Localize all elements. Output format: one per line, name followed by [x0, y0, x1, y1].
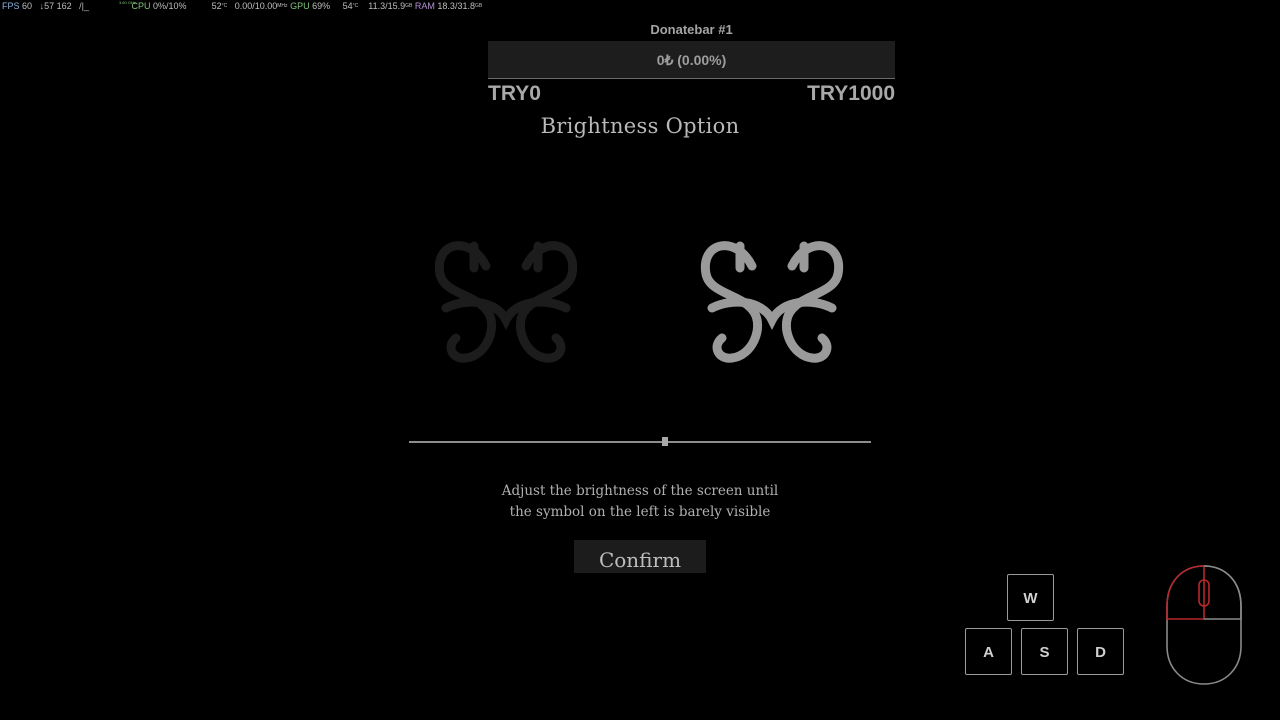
donatebar-max-label: TRY1000 [807, 82, 895, 105]
donatebar-min-label: TRY0 [488, 82, 541, 105]
gpu-temp-value: 54 [342, 1, 353, 11]
cpu-temp-value: 52 [211, 1, 222, 11]
fps-label: FPS [2, 1, 20, 11]
fps-value: 60 [22, 1, 33, 11]
page-title: Brightness Option [540, 114, 740, 138]
gpu-temp-unit: °C [352, 3, 359, 9]
gpu-usage-value: 69% [312, 1, 331, 11]
performance-overlay: FPS 60 ↓57 162 /|_ 3.60 GHz CPU 0%/10% 5… [2, 0, 482, 12]
donatebar-title: Donatebar #1 [650, 22, 733, 37]
gpu-label: GPU [290, 1, 310, 11]
cpu-clock-unit: MHz [277, 3, 288, 9]
ornamental-crest-icon-bright [700, 241, 844, 363]
vram-unit: GB [405, 3, 413, 9]
instruction-line-2: the symbol on the left is barely visible [509, 504, 771, 520]
ornamental-crest-icon-dim [434, 241, 578, 363]
donatebar-progress: 0₺ (0.00%) [488, 41, 895, 79]
instruction-text: Adjust the brightness of the screen unti… [440, 481, 840, 523]
key-a: A [965, 628, 1012, 675]
cpu-temp-unit: °C [221, 3, 228, 9]
cpu-label: CPU [131, 1, 151, 11]
cpu-clock-tiny: 3.60 GHz [118, 0, 136, 5]
cpu-usage-value: 0%/10% [153, 1, 187, 11]
ram-value: 18.3/31.8 [437, 1, 475, 11]
ram-unit: GB [474, 3, 483, 9]
ram-label: RAM [414, 1, 435, 11]
key-d: D [1077, 628, 1124, 675]
brightness-slider[interactable] [409, 437, 871, 446]
key-w: W [1007, 574, 1054, 621]
vram-value: 11.3/15.9 [368, 1, 406, 11]
confirm-button[interactable]: Confirm [574, 540, 706, 573]
donatebar-progress-text: 0₺ (0.00%) [656, 52, 727, 68]
key-s: S [1021, 628, 1068, 675]
instruction-line-1: Adjust the brightness of the screen unti… [501, 483, 779, 499]
mouse-icon [1166, 565, 1242, 685]
brightness-slider-handle[interactable] [662, 437, 669, 446]
cpu-clock-value: 0.00/10.00 [234, 1, 278, 11]
frametime-graph: /|_ [79, 1, 89, 11]
frametime-value: ↓57 162 [39, 1, 72, 11]
